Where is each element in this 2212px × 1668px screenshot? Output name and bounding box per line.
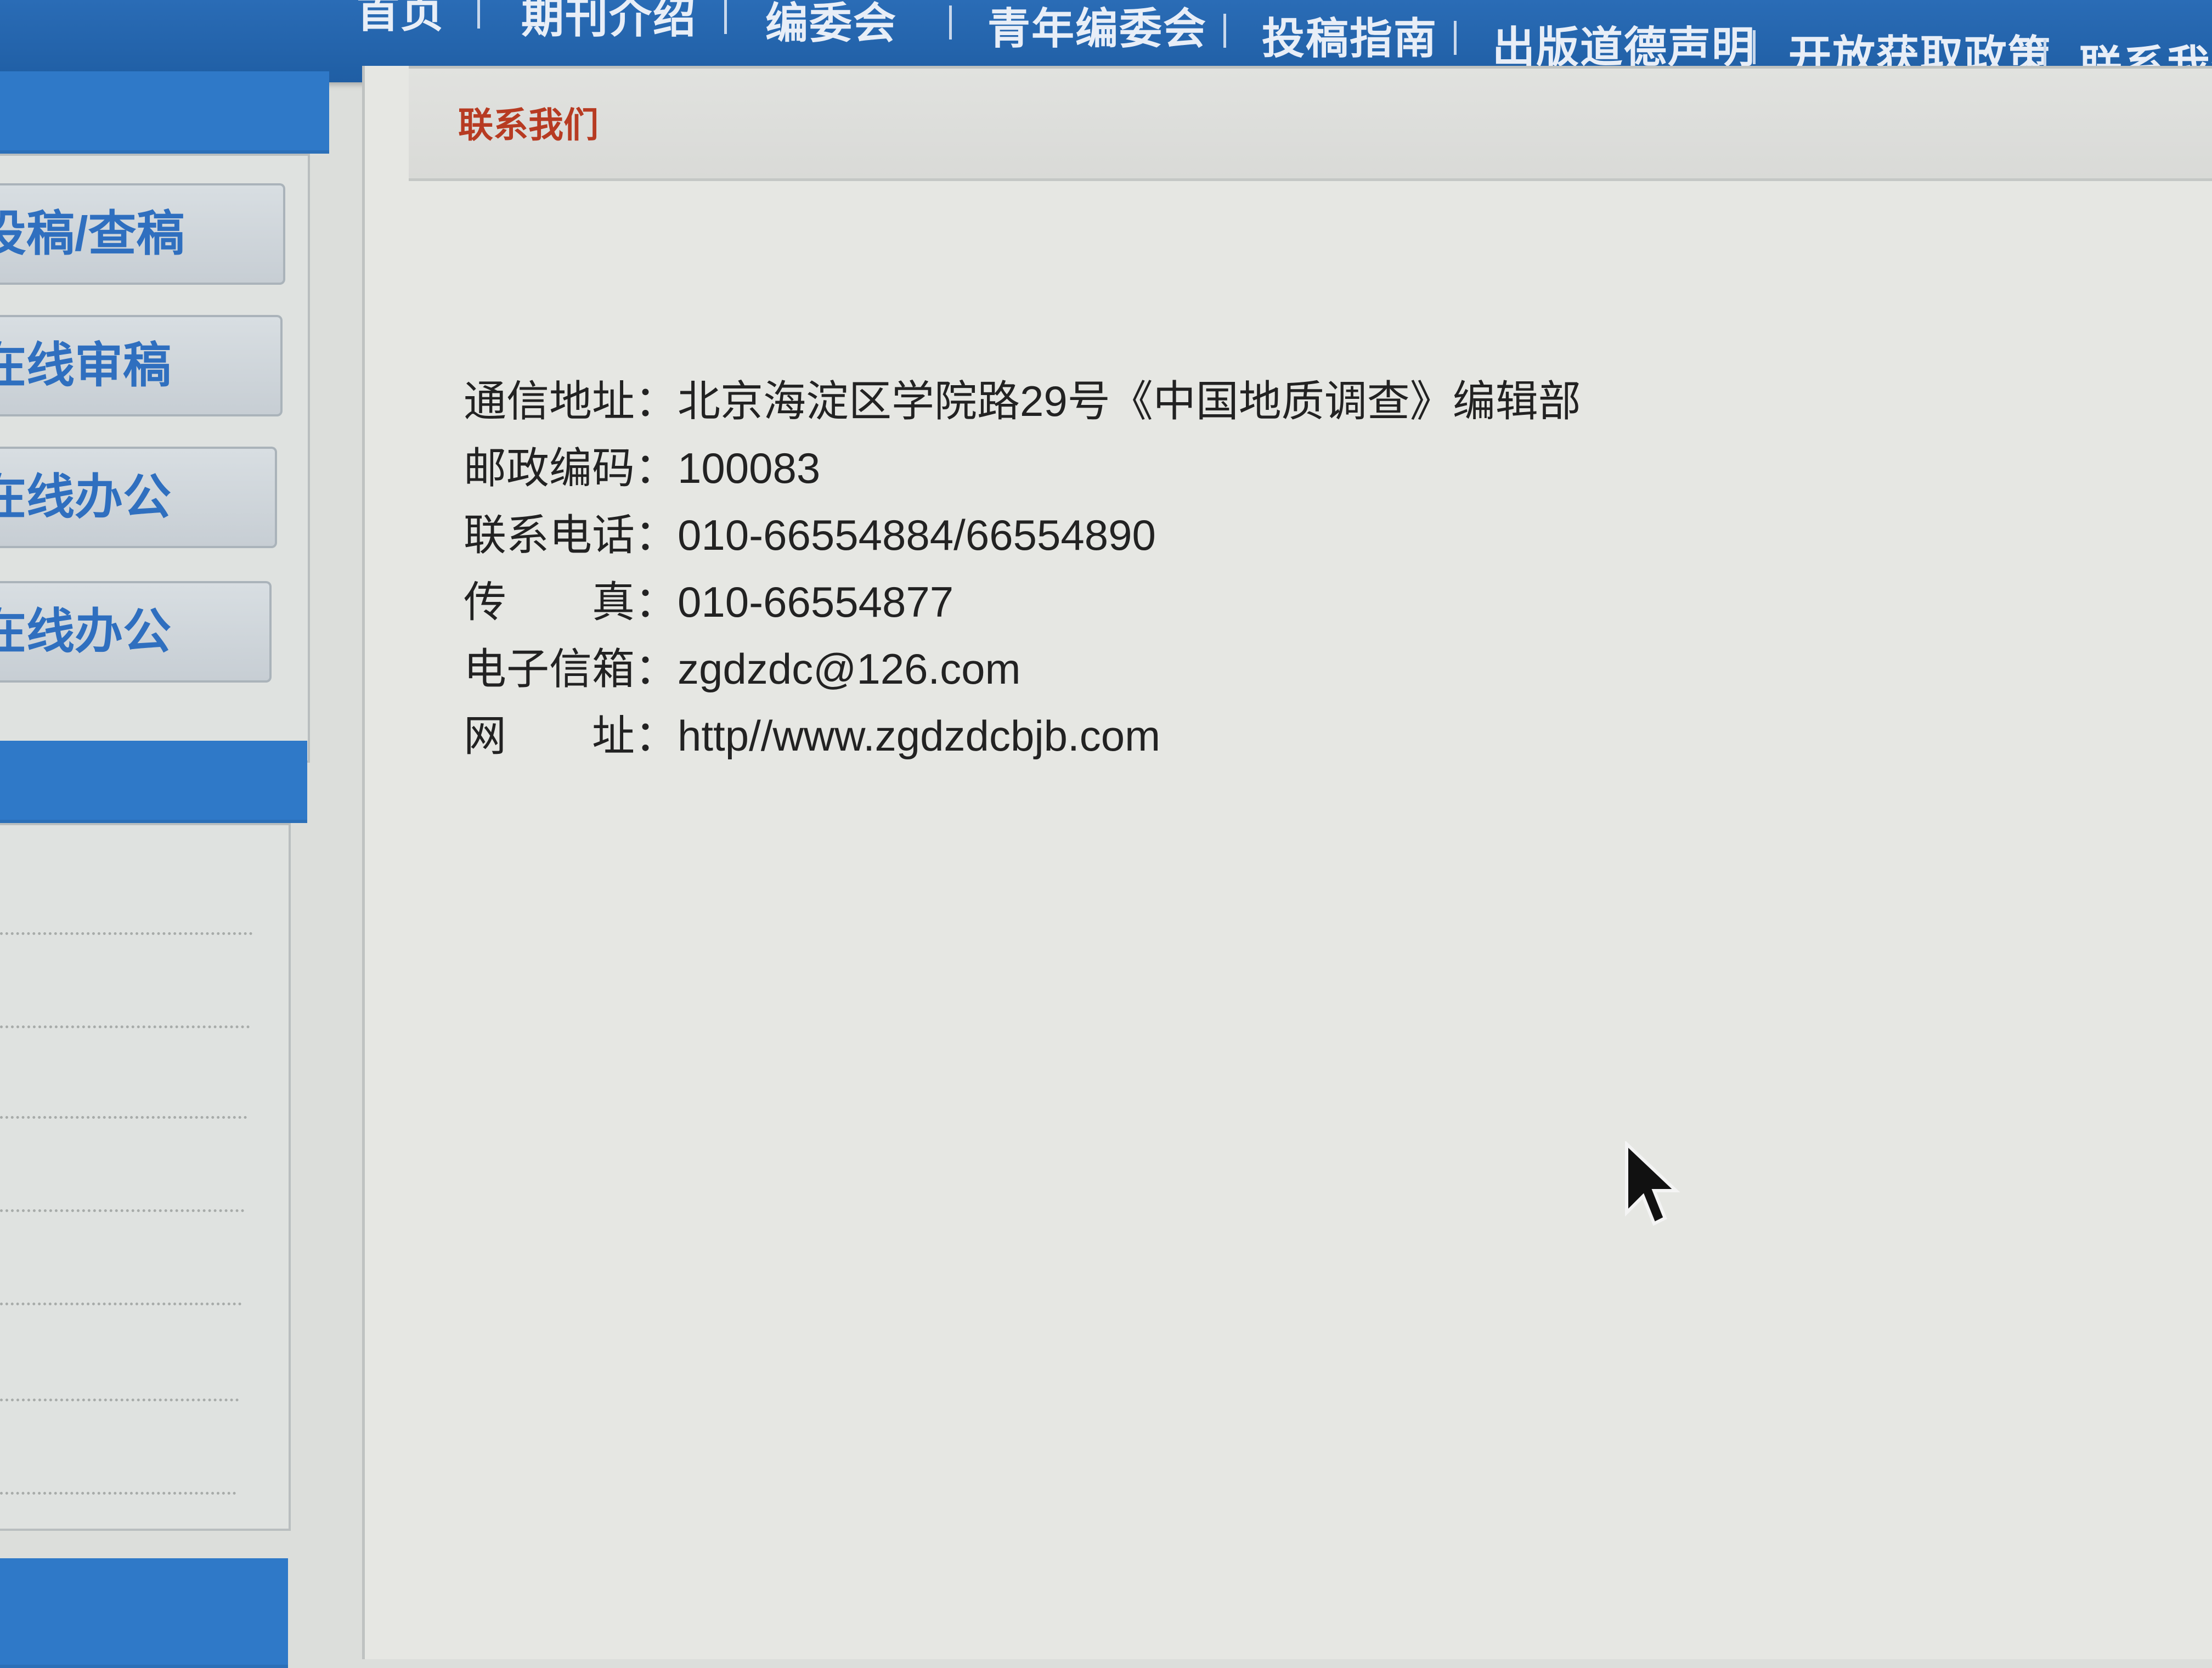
nav-separator [949, 5, 952, 40]
contact-label: 网 址： [464, 712, 678, 760]
sidebar-button-submit-check[interactable]: 投稿/查稿 [0, 183, 285, 285]
sidebar-link-line[interactable] [0, 1297, 241, 1305]
sidebar-button-online-office[interactable]: 在线办公 [0, 447, 277, 548]
nav-item-submission-guide[interactable]: 投稿指南 [1262, 4, 1437, 66]
sidebar-section-header [0, 741, 307, 823]
main-content: 联系我们 通信地址：北京海淀区学院路29号《中国地质调查》编辑部 邮政编码：10… [362, 66, 2212, 1659]
sidebar-header-bar [0, 71, 329, 154]
contact-row-address: 通信地址：北京海淀区学院路29号《中国地质调查》编辑部 [464, 368, 1581, 435]
contact-value[interactable]: http//www.zgdzdcbjb.com [678, 712, 1160, 760]
page-title: 联系我们 [458, 105, 599, 145]
contact-label: 通信地址： [464, 377, 678, 425]
contact-value: 100083 [678, 444, 821, 492]
contact-value: 010-66554884/66554890 [678, 511, 1156, 559]
sidebar-link-panel [0, 823, 291, 1531]
contact-row-email: 电子信箱：zgdzdc@126.com [464, 635, 1581, 702]
sidebar-button-panel: 投稿/查稿 在线审稿 在线办公 在线办公 [0, 154, 310, 763]
contact-row-postcode: 邮政编码：100083 [464, 435, 1581, 501]
content-header-bar: 联系我们 [409, 66, 2212, 181]
sidebar-link-line[interactable] [0, 1111, 247, 1119]
contact-value: 北京海淀区学院路29号《中国地质调查》编辑部 [678, 377, 1581, 425]
sidebar-button-online-review[interactable]: 在线审稿 [0, 315, 283, 416]
contact-label: 电子信箱： [464, 645, 678, 693]
sidebar-link-line[interactable] [0, 1393, 239, 1401]
contact-label: 联系电话： [464, 511, 678, 559]
nav-separator [1753, 30, 1756, 64]
contact-row-fax: 传 真：010-66554877 [464, 568, 1581, 635]
sidebar-link-line[interactable] [0, 1020, 250, 1028]
sidebar-button-online-office-2[interactable]: 在线办公 [0, 581, 272, 683]
contact-label: 邮政编码： [464, 444, 678, 492]
sidebar-link-line[interactable] [0, 1204, 244, 1212]
nav-item-editorial-board[interactable]: 编委会 [765, 0, 897, 50]
nav-separator [724, 0, 727, 34]
contact-row-website: 网 址：http//www.zgdzdcbjb.com [464, 702, 1581, 769]
left-sidebar: 投稿/查稿 在线审稿 在线办公 在线办公 [0, 49, 329, 1668]
nav-item-home[interactable]: 首页 [357, 0, 444, 40]
sidebar-footer-bar [0, 1558, 288, 1668]
sidebar-link-line[interactable] [0, 927, 252, 935]
nav-item-youth-editorial-board[interactable]: 青年编委会 [988, 0, 1207, 56]
nav-separator [1223, 14, 1226, 48]
sidebar-link-line[interactable] [0, 1486, 236, 1495]
mouse-pointer-icon [1624, 1140, 1684, 1232]
contact-row-phone: 联系电话：010-66554884/66554890 [464, 501, 1581, 568]
contact-value[interactable]: zgdzdc@126.com [678, 645, 1021, 693]
nav-item-journal-intro[interactable]: 期刊介绍 [521, 0, 697, 45]
nav-separator [1454, 21, 1457, 55]
contact-info: 通信地址：北京海淀区学院路29号《中国地质调查》编辑部 邮政编码：100083 … [464, 368, 1581, 769]
nav-separator [477, 0, 480, 29]
contact-label: 传 真： [464, 578, 678, 626]
contact-value: 010-66554877 [678, 578, 954, 626]
